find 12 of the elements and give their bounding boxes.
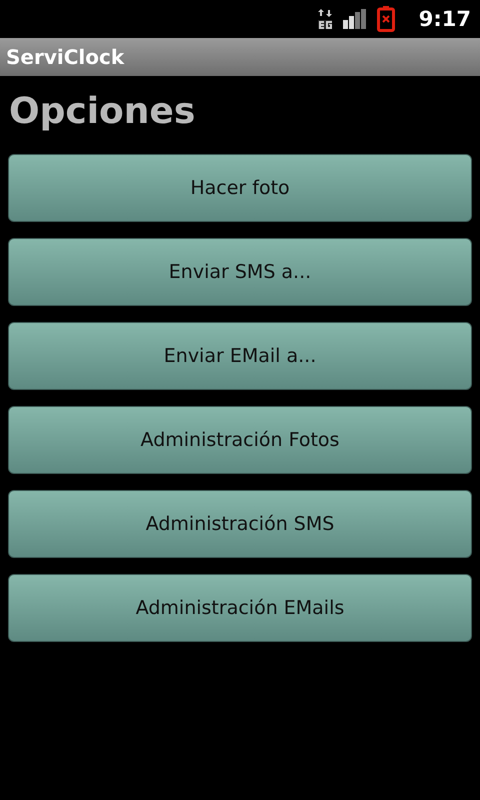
option-button[interactable]: Enviar SMS a... [8, 238, 472, 306]
network-3g-icon [316, 8, 333, 30]
battery-empty-icon [376, 6, 395, 32]
option-button[interactable]: Enviar EMail a... [8, 322, 472, 390]
option-button[interactable]: Administración Fotos [8, 406, 472, 474]
app-title: ServiClock [6, 45, 124, 69]
option-button[interactable]: Hacer foto [8, 154, 472, 222]
signal-icon [342, 9, 367, 29]
option-button[interactable]: Administración SMS [8, 490, 472, 558]
option-button[interactable]: Administración EMails [8, 574, 472, 642]
clock-time: 9:17 [418, 7, 471, 31]
page-heading: Opciones [9, 90, 196, 134]
